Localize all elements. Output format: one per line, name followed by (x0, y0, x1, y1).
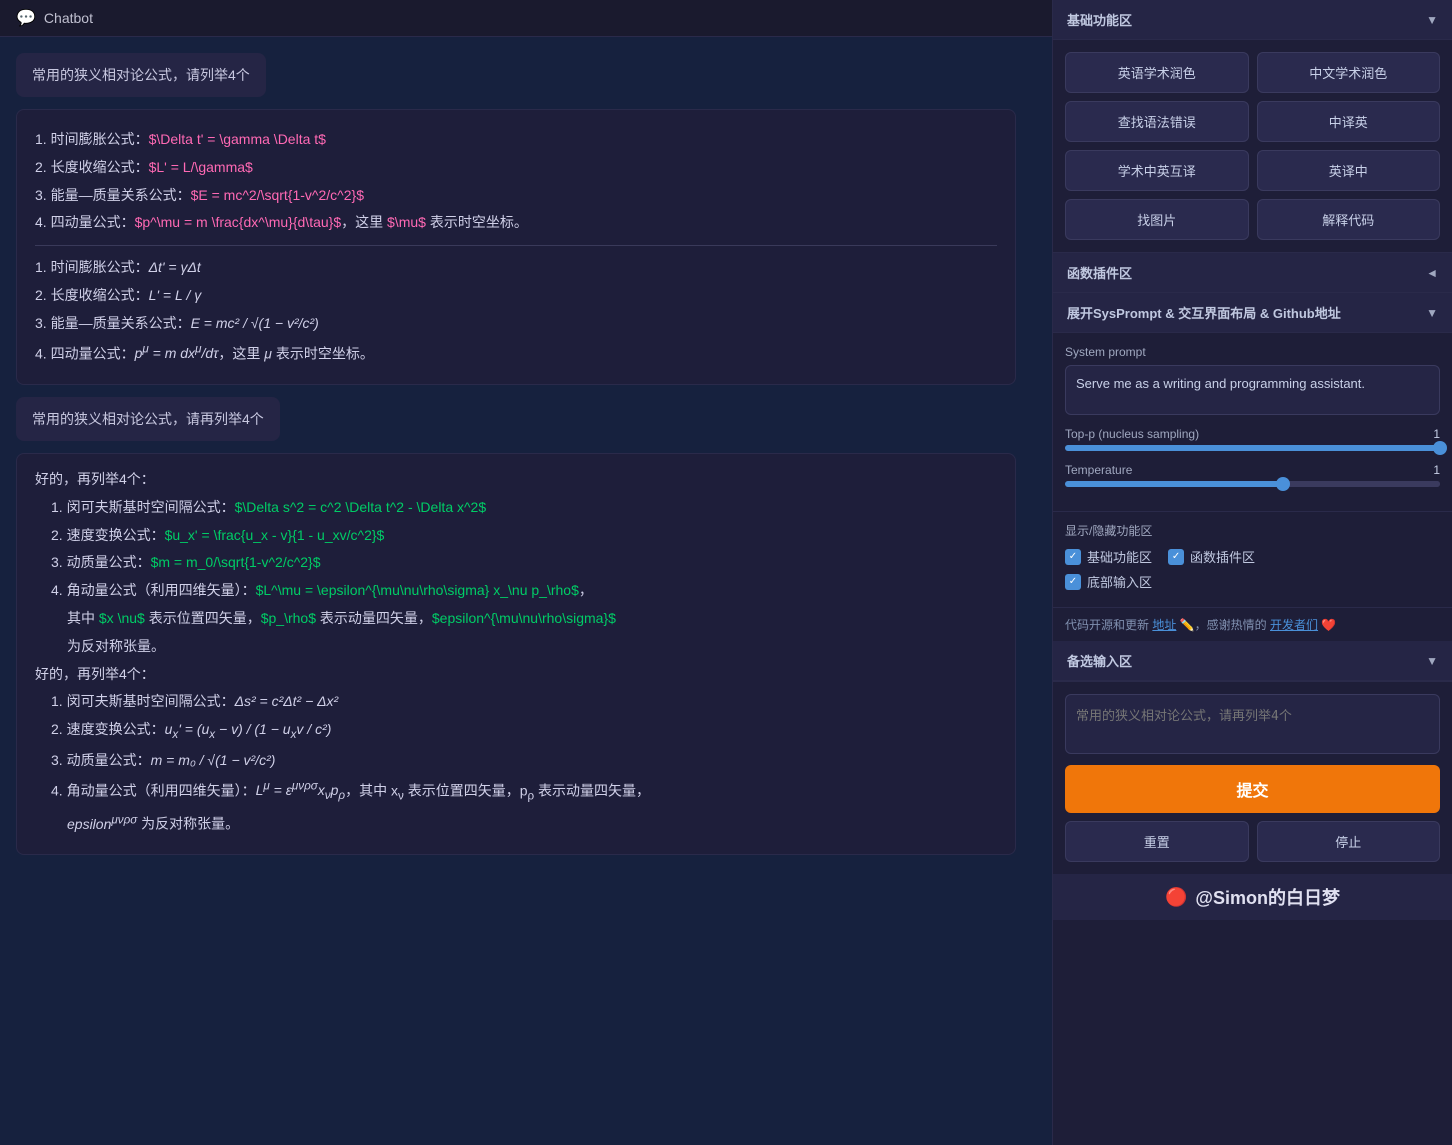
chatbot-icon: 💬 (16, 8, 36, 28)
thanks-link[interactable]: 开发者们 (1270, 618, 1318, 632)
basic-section-header[interactable]: 基础功能区 ▼ (1053, 0, 1452, 40)
sysprompt-section: System prompt Serve me as a writing and … (1053, 333, 1452, 511)
checkbox-plugin[interactable]: ✓ 函数插件区 (1168, 547, 1255, 566)
top-p-value: 1 (1433, 427, 1440, 441)
formula-line: 1. 时间膨胀公式：$\Delta t' = \gamma \Delta t$ (35, 128, 997, 152)
basic-section-title: 基础功能区 (1067, 10, 1132, 29)
checkbox-plugin-label: 函数插件区 (1190, 547, 1255, 566)
visibility-title: 显示/隐藏功能区 (1065, 522, 1440, 539)
top-p-row: Top-p (nucleus sampling) 1 (1065, 427, 1440, 451)
user-message-2: 常用的狭义相对论公式，请再列举4个 (16, 397, 280, 441)
basic-section-arrow: ▼ (1426, 13, 1438, 27)
btn-english-polish[interactable]: 英语学术润色 (1065, 52, 1249, 93)
backup-section: 提交 重置 停止 (1053, 681, 1452, 874)
top-p-thumb[interactable] (1433, 441, 1447, 455)
checkbox-bottom[interactable]: ✓ 底部输入区 (1065, 572, 1152, 591)
btn-find-image[interactable]: 找图片 (1065, 199, 1249, 240)
backup-input[interactable] (1065, 694, 1440, 754)
checkbox-bottom-label: 底部输入区 (1087, 572, 1152, 591)
backup-section-header[interactable]: 备选输入区 ▼ (1053, 641, 1452, 681)
basic-btn-grid: 英语学术润色 中文学术润色 查找语法错误 中译英 学术中英互译 英译中 找图片 … (1053, 40, 1452, 252)
reset-button[interactable]: 重置 (1065, 821, 1249, 862)
checkbox-bottom-box[interactable]: ✓ (1065, 574, 1081, 590)
watermark-text: @Simon的白日梦 (1195, 884, 1340, 910)
stop-button[interactable]: 停止 (1257, 821, 1441, 862)
visibility-section: 显示/隐藏功能区 ✓ 基础功能区 ✓ 函数插件区 ✓ 底部输入区 (1053, 511, 1452, 607)
checkbox-row-2: ✓ 底部输入区 (1065, 572, 1440, 591)
top-p-track[interactable] (1065, 445, 1440, 451)
checkbox-plugin-box[interactable]: ✓ (1168, 549, 1184, 565)
bottom-btn-row: 重置 停止 (1065, 821, 1440, 862)
submit-button[interactable]: 提交 (1065, 765, 1440, 813)
top-p-label: Top-p (nucleus sampling) (1065, 427, 1199, 441)
sysprompt-arrow: ▼ (1426, 306, 1438, 320)
assistant-message-2: 好的，再列举4个： 1. 闵可夫斯基时空间隔公式：$\Delta s^2 = c… (16, 453, 1016, 855)
btn-explain-code[interactable]: 解释代码 (1257, 199, 1441, 240)
divider (35, 245, 997, 246)
temperature-label: Temperature (1065, 463, 1132, 477)
user-message-1: 常用的狭义相对论公式，请列举4个 (16, 53, 266, 97)
temperature-row: Temperature 1 (1065, 463, 1440, 487)
sysprompt-section-header[interactable]: 展开SysPrompt & 交互界面布局 & Github地址 ▼ (1053, 293, 1452, 333)
watermark-bar: 🔴 @Simon的白日梦 (1053, 874, 1452, 920)
heart-icon: ❤️ (1321, 618, 1336, 632)
source-text: 代码开源和更新 (1065, 618, 1149, 632)
btn-chinese-polish[interactable]: 中文学术润色 (1257, 52, 1441, 93)
app-title: Chatbot (44, 10, 93, 26)
sysprompt-label: System prompt (1065, 345, 1440, 359)
btn-zh-to-en[interactable]: 中译英 (1257, 101, 1441, 142)
temperature-value: 1 (1433, 463, 1440, 477)
latex-1: $\Delta t' = \gamma \Delta t$ (149, 131, 326, 147)
temperature-track[interactable] (1065, 481, 1440, 487)
source-line: 代码开源和更新 地址 ✏️，感谢热情的 开发者们 ❤️ (1053, 607, 1452, 641)
weibo-icon: 🔴 (1165, 887, 1187, 908)
header-bar: 💬 Chatbot (0, 0, 1052, 37)
backup-section-title: 备选输入区 (1067, 651, 1132, 670)
btn-academic-translate[interactable]: 学术中英互译 (1065, 150, 1249, 191)
top-p-fill (1065, 445, 1440, 451)
checkbox-basic-label: 基础功能区 (1087, 547, 1152, 566)
plugin-section-header[interactable]: 函数插件区 ◄ (1053, 252, 1452, 293)
checkbox-basic[interactable]: ✓ 基础功能区 (1065, 547, 1152, 566)
chat-area[interactable]: 常用的狭义相对论公式，请列举4个 1. 时间膨胀公式：$\Delta t' = … (0, 37, 1052, 1145)
checkbox-row-1: ✓ 基础功能区 ✓ 函数插件区 (1065, 547, 1440, 566)
btn-en-to-zh[interactable]: 英译中 (1257, 150, 1441, 191)
left-panel: 💬 Chatbot 常用的狭义相对论公式，请列举4个 1. 时间膨胀公式：$\D… (0, 0, 1052, 1145)
plugin-section-arrow: ◄ (1426, 266, 1438, 280)
plugin-section-title: 函数插件区 (1067, 263, 1132, 282)
temperature-thumb[interactable] (1276, 477, 1290, 491)
sysprompt-box[interactable]: Serve me as a writing and programming as… (1065, 365, 1440, 415)
temperature-fill (1065, 481, 1440, 487)
sysprompt-section-title: 展开SysPrompt & 交互界面布局 & Github地址 (1067, 303, 1341, 322)
backup-arrow: ▼ (1426, 654, 1438, 668)
checkbox-basic-box[interactable]: ✓ (1065, 549, 1081, 565)
btn-grammar-check[interactable]: 查找语法错误 (1065, 101, 1249, 142)
assistant-message-1: 1. 时间膨胀公式：$\Delta t' = \gamma \Delta t$ … (16, 109, 1016, 385)
source-link[interactable]: 地址 (1152, 618, 1176, 632)
right-panel: 基础功能区 ▼ 英语学术润色 中文学术润色 查找语法错误 中译英 学术中英互译 … (1052, 0, 1452, 1145)
